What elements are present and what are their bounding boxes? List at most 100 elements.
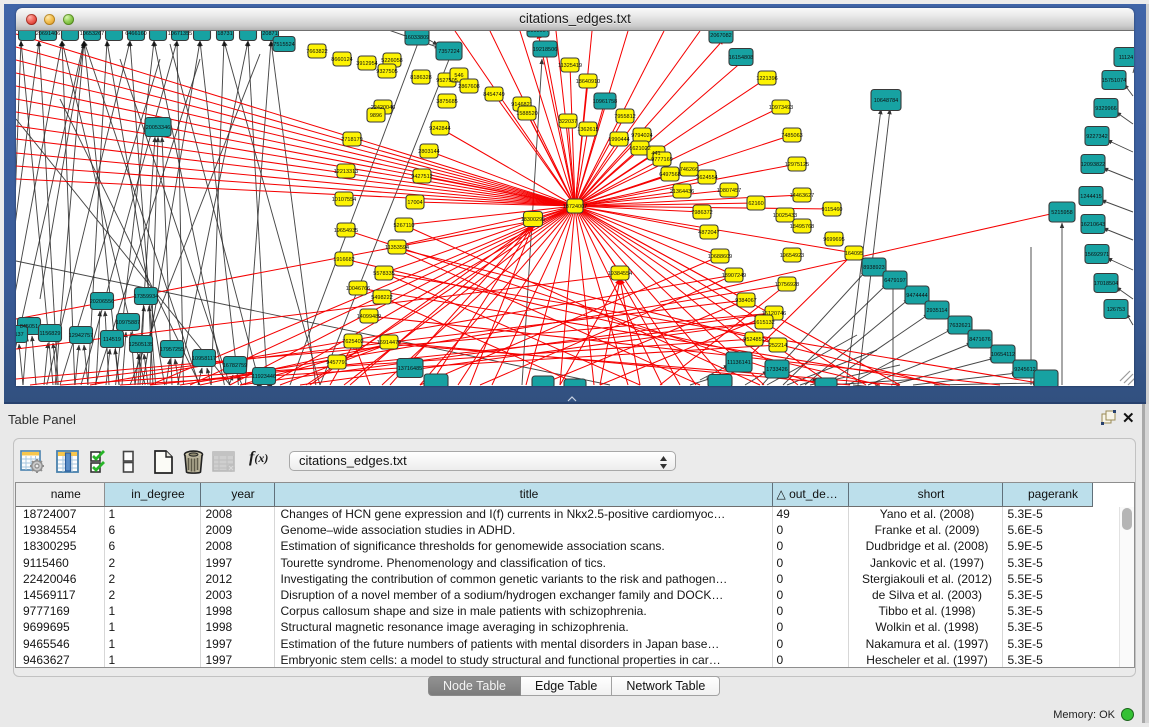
svg-text:16120746: 16120746 [762,311,786,317]
svg-text:20871: 20871 [262,31,277,37]
svg-text:9242844: 9242844 [429,126,450,132]
svg-text:9327505: 9327505 [376,69,397,75]
svg-text:15692971: 15692971 [1085,252,1109,258]
svg-text:3624554: 3624554 [696,175,717,181]
svg-text:17004: 17004 [407,200,422,206]
svg-text:5226058: 5226058 [381,58,402,64]
svg-text:8454749: 8454749 [483,92,504,98]
svg-text:10807457: 10807457 [717,188,741,194]
svg-text:9699695: 9699695 [823,237,844,243]
svg-text:252214: 252214 [769,343,787,349]
svg-text:7357224: 7357224 [438,49,459,55]
svg-text:1733426: 1733426 [766,367,787,373]
svg-text:11124: 11124 [1119,55,1133,61]
svg-text:1916682: 1916682 [333,257,354,263]
svg-text:16782759: 16782759 [223,363,247,369]
svg-text:17018504: 17018504 [1094,281,1118,287]
svg-text:10046766: 10046766 [346,286,370,292]
svg-text:19654935: 19654935 [334,228,358,234]
svg-text:9427512: 9427512 [411,174,432,180]
svg-text:5215958: 5215958 [1051,210,1072,216]
svg-text:11923446: 11923446 [252,374,276,380]
svg-text:1990444: 1990444 [608,137,629,143]
svg-text:7986372: 7986372 [691,210,712,216]
svg-text:3875685: 3875685 [436,99,457,105]
svg-text:7625402: 7625402 [342,339,363,345]
svg-text:62160: 62160 [748,201,763,207]
svg-text:12213313: 12213313 [334,169,358,175]
svg-text:322037: 322037 [559,119,577,125]
svg-text:7663822: 7663822 [306,49,327,55]
svg-text:114519: 114519 [103,337,121,343]
svg-text:164095: 164095 [845,251,863,257]
svg-text:9896: 9896 [370,113,382,119]
svg-text:12975125: 12975125 [785,162,809,168]
svg-text:8471676: 8471676 [969,337,990,343]
svg-text:22420046: 22420046 [371,105,395,111]
svg-text:7515524: 7515524 [273,42,294,48]
svg-text:20206556: 20206556 [90,299,114,305]
svg-text:10025433: 10025433 [773,213,797,219]
svg-text:1362615: 1362615 [577,127,598,133]
svg-text:20053346: 20053346 [146,125,170,131]
svg-text:9384067: 9384067 [735,298,756,304]
svg-text:9115460: 9115460 [821,207,842,213]
svg-text:2718179: 2718179 [341,137,362,143]
svg-text:17957255: 17957255 [160,347,184,353]
svg-text:2935114: 2935114 [926,308,947,314]
svg-text:16033809: 16033809 [405,35,429,41]
svg-text:546: 546 [454,73,463,79]
svg-text:7632621: 7632621 [949,323,970,329]
svg-text:6497568: 6497568 [659,172,680,178]
svg-text:9777169: 9777169 [651,157,672,163]
svg-text:39137: 39137 [16,332,24,338]
svg-text:5267110: 5267110 [393,223,414,229]
svg-text:2803144: 2803144 [418,149,439,155]
svg-text:15751074: 15751074 [1102,78,1126,84]
svg-text:1615132: 1615132 [753,320,774,326]
svg-text:11353594: 11353594 [385,245,409,251]
svg-text:6466160: 6466160 [125,31,146,37]
svg-text:17359934: 17359934 [134,294,158,300]
svg-text:5498222: 5498222 [371,295,392,301]
svg-text:9457791: 9457791 [326,360,347,366]
svg-text:10973493: 10973493 [769,105,793,111]
svg-text:12093822: 12093822 [1081,162,1105,168]
svg-text:11325419: 11325419 [558,63,582,69]
svg-text:8813054: 8813054 [527,31,548,34]
svg-text:1588520: 1588520 [516,111,537,117]
svg-text:1244415: 1244415 [1080,194,1101,200]
svg-text:8938923: 8938923 [863,265,884,271]
svg-text:746266: 746266 [680,167,698,173]
svg-text:10688609: 10688609 [708,254,732,260]
svg-text:10654112: 10654112 [991,352,1015,358]
svg-text:10756928: 10756928 [775,282,799,288]
svg-text:2867608: 2867608 [458,84,479,90]
svg-text:5578335: 5578335 [373,271,394,277]
svg-text:4872047: 4872047 [698,230,719,236]
svg-text:10958117: 10958117 [192,356,216,362]
svg-text:9227342: 9227342 [1086,134,1107,140]
svg-text:6479197: 6479197 [884,278,905,284]
svg-text:1221396: 1221396 [756,76,777,82]
svg-text:21364436: 21364436 [670,189,694,195]
svg-text:18640910: 18640910 [576,79,600,85]
svg-text:18300295: 18300295 [521,217,545,223]
svg-text:7955812: 7955812 [614,114,635,120]
svg-text:14099489: 14099489 [357,314,381,320]
svg-text:9329966: 9329966 [1095,106,1116,112]
svg-text:9794024: 9794024 [631,133,652,139]
svg-text:1621022: 1621022 [629,146,650,152]
svg-text:9245612: 9245612 [1014,367,1035,373]
svg-text:16914479: 16914479 [377,340,401,346]
svg-text:7485063: 7485063 [781,133,802,139]
svg-text:18731: 18731 [217,31,232,37]
svg-text:1156829: 1156829 [39,331,60,337]
svg-text:9524851: 9524851 [743,337,764,343]
svg-text:10975887: 10975887 [116,320,140,326]
svg-text:8660124: 8660124 [331,57,352,63]
svg-text:12942757: 12942757 [69,333,93,339]
svg-text:16154808: 16154808 [729,55,753,61]
svg-text:10648784: 10648784 [874,98,898,104]
svg-text:10107554: 10107554 [332,197,356,203]
